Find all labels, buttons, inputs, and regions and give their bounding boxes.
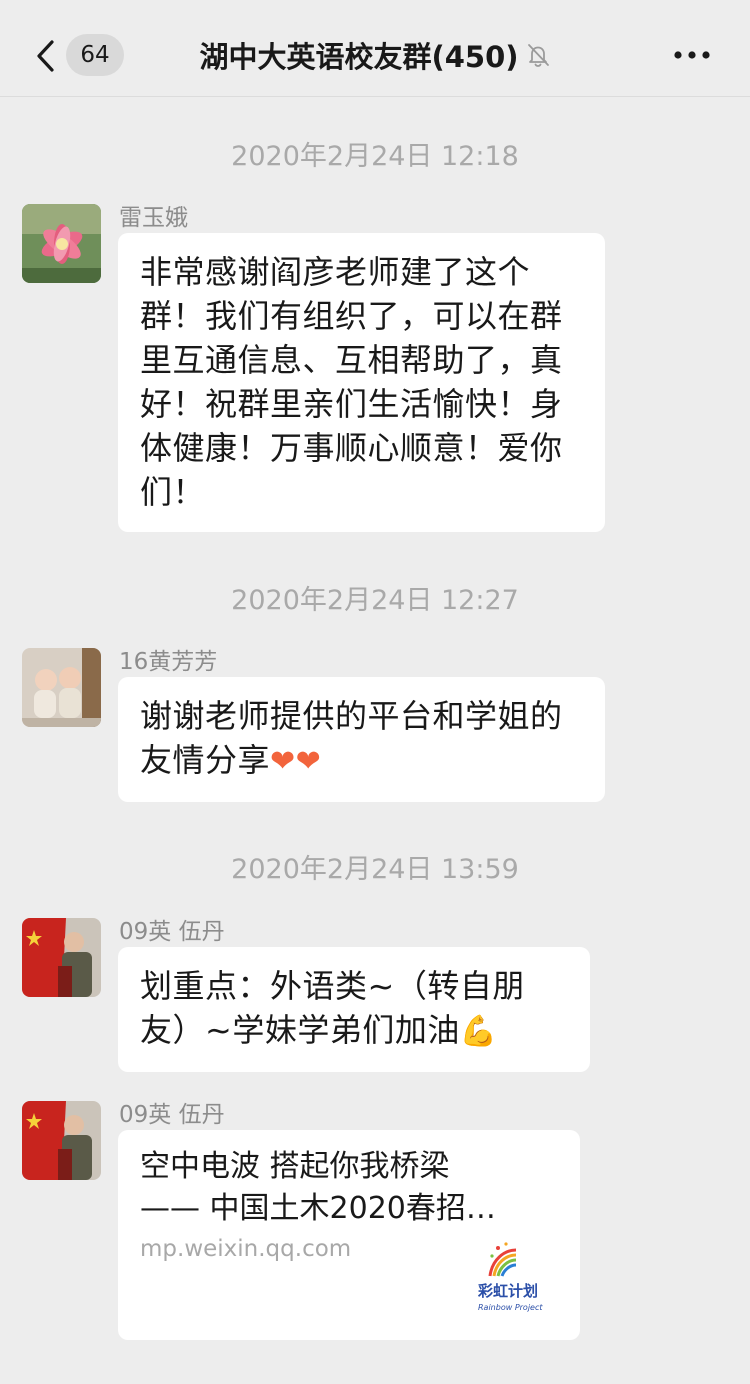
timestamp: 2020年2月24日 13:59 bbox=[231, 854, 519, 885]
message-list[interactable]: 2020年2月24日 12:18 雷玉娥 非常感谢阎彦老师建了这个群！我们有组织… bbox=[0, 96, 750, 1384]
avatar-babies-image bbox=[22, 648, 101, 727]
flexed-biceps-emoji-icon: 💪 bbox=[459, 1014, 498, 1049]
shared-link-card[interactable]: 空中电波 搭起你我桥梁 —— 中国土木2020春招… mp.weixin.qq.… bbox=[118, 1130, 580, 1340]
message-bubble[interactable]: 非常感谢阎彦老师建了这个群！我们有组织了，可以在群里互通信息、互相帮助了，真好！… bbox=[118, 233, 605, 532]
unread-count-badge[interactable]: 64 bbox=[66, 34, 124, 76]
avatar[interactable] bbox=[22, 918, 101, 997]
message-bubble[interactable]: 划重点：外语类~（转自朋友）~学妹学弟们加油💪 bbox=[118, 947, 590, 1072]
message-text: 谢谢老师提供的平台和学姐的友情分享 bbox=[140, 697, 563, 779]
chat-title-group[interactable]: 湖中大英语校友群(450) bbox=[150, 32, 600, 78]
sender-name: 09英 伍丹 bbox=[119, 919, 225, 945]
timestamp: 2020年2月24日 12:18 bbox=[231, 141, 519, 172]
link-title: 空中电波 搭起你我桥梁 —— 中国土木2020春招… bbox=[140, 1149, 496, 1226]
avatar[interactable] bbox=[22, 204, 101, 283]
message-text: 非常感谢阎彦老师建了这个群！我们有组织了，可以在群里互通信息、互相帮助了，真好！… bbox=[140, 253, 563, 511]
heart-emoji-icon: ❤❤ bbox=[270, 744, 322, 779]
thumb-sub-text: Rainbow Project bbox=[478, 1303, 543, 1312]
bell-off-icon bbox=[527, 44, 549, 67]
avatar[interactable] bbox=[22, 1101, 101, 1180]
avatar-flag-image bbox=[22, 918, 101, 997]
avatar[interactable] bbox=[22, 648, 101, 727]
sender-name: 16黄芳芳 bbox=[119, 649, 218, 675]
message-bubble[interactable]: 谢谢老师提供的平台和学姐的友情分享❤❤ bbox=[118, 677, 605, 802]
timestamp: 2020年2月24日 12:27 bbox=[231, 585, 519, 616]
chat-header: 64 湖中大英语校友群(450) bbox=[0, 0, 750, 97]
chevron-left-icon[interactable] bbox=[30, 36, 66, 76]
link-domain: mp.weixin.qq.com bbox=[140, 1236, 352, 1262]
thumb-brand-text: 彩虹计划 bbox=[477, 1282, 538, 1300]
rainbow-project-logo-icon: 彩虹计划 Rainbow Project bbox=[468, 1236, 560, 1316]
chat-title: 湖中大英语校友群(450) bbox=[199, 40, 519, 74]
sender-name: 雷玉娥 bbox=[119, 205, 188, 231]
sender-name: 09英 伍丹 bbox=[119, 1102, 225, 1128]
ellipsis-icon[interactable] bbox=[668, 40, 718, 70]
avatar-lily-image bbox=[22, 204, 101, 283]
avatar-flag-image bbox=[22, 1101, 101, 1180]
